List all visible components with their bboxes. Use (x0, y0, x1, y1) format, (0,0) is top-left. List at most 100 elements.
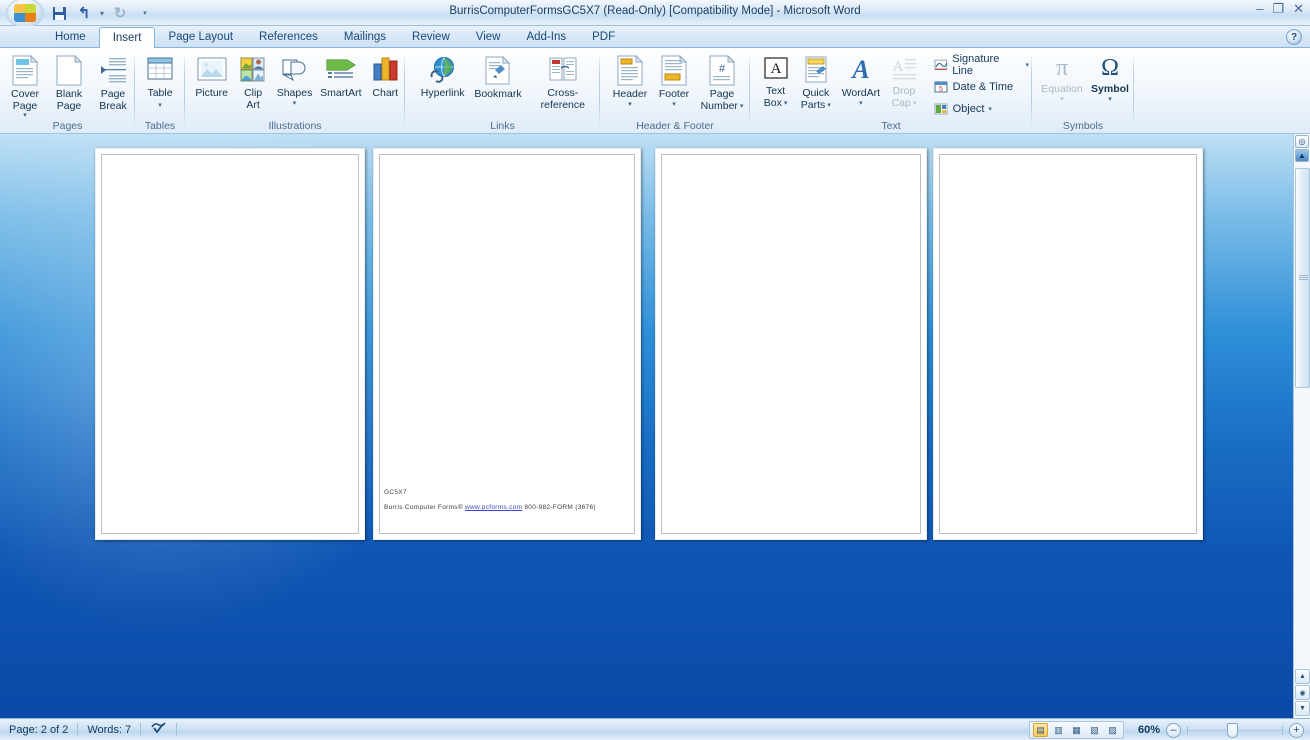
tab-mailings[interactable]: Mailings (331, 26, 399, 48)
scroll-down-button[interactable]: ▼ (1295, 701, 1310, 716)
shapes-label: Shapes (276, 87, 313, 99)
wordart-icon: A (850, 55, 869, 84)
view-outline-button[interactable]: ▧ (1087, 723, 1102, 737)
tab-pdf[interactable]: PDF (579, 26, 628, 48)
tab-view[interactable]: View (463, 26, 514, 48)
document-page-2[interactable]: GC5X7 Burris Computer Forms® www.pcforms… (373, 148, 641, 540)
symbol-button[interactable]: Ω Symbol ▾ (1086, 51, 1134, 103)
cover-page-dropdown-icon[interactable]: ▾ (23, 112, 27, 119)
tab-references[interactable]: References (246, 26, 331, 48)
document-page-4[interactable] (933, 148, 1203, 540)
view-draft-button[interactable]: ▨ (1105, 723, 1120, 737)
view-print-layout-button[interactable]: ▤ (1033, 723, 1048, 737)
document-page-1[interactable] (95, 148, 365, 540)
page-indicator[interactable]: Page: 2 of 2 (0, 724, 77, 736)
text-box-dropdown-icon[interactable]: ▾ (784, 100, 788, 107)
select-browse-object-icon[interactable]: ◎ (1295, 135, 1309, 148)
ribbon-tab-strip: Home Insert Page Layout References Maili… (0, 26, 1310, 48)
footer-dropdown-icon[interactable]: ▾ (672, 101, 676, 108)
smartart-button[interactable]: SmartArt (316, 51, 365, 100)
shapes-button[interactable]: Shapes ▾ (273, 51, 316, 107)
quick-parts-dropdown-icon[interactable]: ▾ (827, 102, 831, 109)
tab-review[interactable]: Review (399, 26, 463, 48)
zoom-slider-thumb[interactable] (1227, 722, 1238, 738)
group-label-text: Text (881, 120, 901, 132)
header-dropdown-icon[interactable]: ▾ (628, 101, 632, 108)
hyperlink-button[interactable]: Hyperlink (415, 51, 470, 100)
page-spread-2 (655, 148, 1203, 540)
group-label-symbols: Symbols (1062, 120, 1104, 132)
document-canvas[interactable]: GC5X7 Burris Computer Forms® www.pcforms… (0, 134, 1310, 718)
page-3-margin-guide (661, 154, 921, 534)
cross-reference-button[interactable]: Cross-reference (526, 51, 600, 111)
group-label-tables: Tables (144, 120, 176, 132)
zoom-level-label[interactable]: 60% (1130, 724, 1160, 736)
bookmark-button[interactable]: Bookmark (470, 51, 525, 101)
signature-line-icon (934, 59, 947, 70)
table-dropdown-icon[interactable]: ▾ (158, 102, 162, 109)
signature-line-dropdown-icon[interactable]: ▾ (1025, 61, 1029, 69)
chart-button[interactable]: Chart (366, 51, 405, 100)
cover-page-button[interactable]: Cover Page ▾ (3, 51, 47, 119)
page-1-margin-guide (101, 154, 359, 534)
clip-art-button[interactable]: Clip Art (233, 51, 272, 111)
smartart-label: SmartArt (320, 87, 362, 99)
shapes-dropdown-icon[interactable]: ▾ (293, 100, 297, 107)
page-break-icon (101, 58, 126, 83)
minimize-button[interactable]: – (1256, 2, 1263, 16)
vertical-scrollbar[interactable]: ◎ ▲ ▲ ◉ ▼ (1293, 134, 1310, 718)
tab-add-ins[interactable]: Add-Ins (513, 26, 579, 48)
symbol-dropdown-icon[interactable]: ▾ (1108, 96, 1112, 103)
text-box-label-2: Box (763, 96, 782, 109)
page-break-button[interactable]: Page Break (91, 51, 135, 112)
footer-company-name: Burris Computer Forms® (384, 504, 466, 511)
svg-text:A: A (893, 59, 904, 75)
page-2-footer-text: GC5X7 Burris Computer Forms® www.pcforms… (384, 487, 596, 513)
window-controls: – ❐ ✕ (1256, 2, 1304, 16)
equation-button[interactable]: π Equation ▾ (1038, 51, 1086, 103)
previous-page-icon[interactable]: ▲ (1295, 149, 1309, 162)
zoom-out-button[interactable]: – (1166, 722, 1181, 738)
document-page-3[interactable] (655, 148, 927, 540)
svg-text:A: A (850, 55, 869, 84)
date-time-icon: 5 (934, 81, 948, 93)
text-box-button[interactable]: A Text Box ▾ (756, 51, 795, 109)
signature-line-button[interactable]: Signature Line ▾ (931, 53, 1032, 77)
ribbon: Cover Page ▾ Blank Page Page Break Pages… (0, 48, 1310, 134)
picture-button[interactable]: Picture (190, 51, 233, 100)
text-group-small-buttons: Signature Line ▾ 5 Date & Time Object ▾ (923, 51, 1032, 118)
close-button[interactable]: ✕ (1293, 2, 1304, 16)
footer-website-link[interactable]: www.pcforms.com (465, 504, 522, 511)
proofing-errors-icon[interactable] (141, 721, 176, 738)
group-label-header-footer: Header & Footer (636, 120, 714, 132)
zoom-in-button[interactable]: + (1289, 722, 1304, 738)
tab-home[interactable]: Home (42, 26, 99, 48)
date-time-button[interactable]: 5 Date & Time (931, 77, 1032, 96)
wordart-button[interactable]: A WordArt ▾ (836, 51, 885, 107)
drop-cap-button[interactable]: A Drop Cap ▾ (885, 51, 922, 109)
quick-parts-button[interactable]: Quick Parts ▾ (795, 51, 836, 111)
object-button[interactable]: Object ▾ (931, 99, 1032, 118)
scroll-up-button[interactable]: ▲ (1295, 669, 1310, 684)
blank-page-label-2: Page (56, 99, 82, 112)
ribbon-tabs: Home Insert Page Layout References Maili… (42, 26, 628, 48)
zoom-slider[interactable] (1187, 722, 1283, 738)
table-button[interactable]: Table ▾ (137, 51, 183, 109)
scrollbar-thumb[interactable] (1295, 168, 1310, 388)
page-number-button[interactable]: # Page Number ▾ (696, 51, 748, 112)
picture-icon (197, 57, 227, 81)
help-icon[interactable]: ? (1286, 29, 1302, 45)
blank-page-button[interactable]: Blank Page (47, 51, 91, 112)
maximize-button[interactable]: ❐ (1272, 2, 1284, 16)
tab-page-layout[interactable]: Page Layout (155, 26, 246, 48)
header-button[interactable]: Header ▾ (608, 51, 652, 108)
tab-insert[interactable]: Insert (98, 27, 156, 48)
page-number-dropdown-icon[interactable]: ▾ (740, 103, 744, 110)
object-dropdown-icon[interactable]: ▾ (988, 105, 992, 113)
view-web-layout-button[interactable]: ▦ (1069, 723, 1084, 737)
browse-prev-button[interactable]: ◉ (1295, 685, 1310, 700)
view-full-screen-reading-button[interactable]: ▥ (1051, 723, 1066, 737)
footer-button[interactable]: Footer ▾ (652, 51, 696, 108)
wordart-dropdown-icon[interactable]: ▾ (859, 100, 863, 107)
word-count[interactable]: Words: 7 (78, 724, 140, 736)
